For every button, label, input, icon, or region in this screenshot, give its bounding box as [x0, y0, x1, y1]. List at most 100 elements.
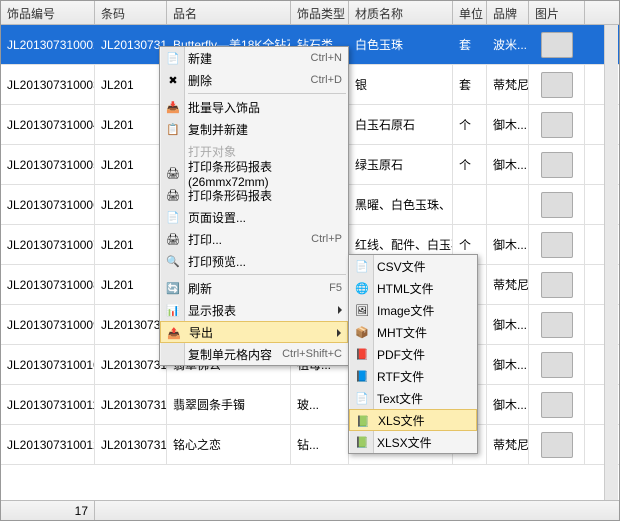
table-row[interactable]: JL201307310011JL201307310...翡翠圆条手镯玻...个御…: [1, 385, 619, 425]
menu-item[interactable]: 🔄刷新F5: [160, 277, 348, 299]
menu-item[interactable]: 📄新建Ctrl+N: [160, 47, 348, 69]
menu-label: Image文件: [377, 302, 434, 319]
menu-shortcut: Ctrl+N: [311, 52, 342, 64]
cell-bc: JL201307310...: [95, 385, 167, 424]
col-header-material[interactable]: 材质名称: [349, 1, 453, 24]
cell-mat: 黑曜、白色玉珠、白...: [349, 185, 453, 224]
menu-item[interactable]: 📦MHT文件: [349, 321, 477, 343]
cell-bc: JL201: [95, 185, 167, 224]
menu-item[interactable]: 📄 Text文件: [349, 387, 477, 409]
menu-label: XLSX文件: [377, 434, 432, 451]
cell-id: JL201307310008: [1, 265, 95, 304]
cell-bc: JL201: [95, 105, 167, 144]
menu-icon: 🖨: [165, 187, 181, 203]
cell-image: [529, 65, 585, 104]
menu-shortcut: Ctrl+Shift+C: [282, 348, 342, 360]
cell-brand: 御木...: [487, 225, 529, 264]
menu-item[interactable]: 🌐HTML文件: [349, 277, 477, 299]
menu-separator: [188, 93, 346, 94]
submenu-arrow-icon: [337, 329, 341, 337]
menu-icon: 🖨: [165, 231, 181, 247]
cell-id: JL201307310003: [1, 65, 95, 104]
menu-label: CSV文件: [377, 258, 426, 275]
menu-item[interactable]: 📤导出: [160, 321, 348, 343]
menu-label: 打印预览...: [188, 253, 246, 270]
cell-image: [529, 345, 585, 384]
scrollbar-vertical[interactable]: [604, 25, 618, 500]
col-header-unit[interactable]: 单位: [453, 1, 487, 24]
cell-unit: 个: [453, 145, 487, 184]
thumbnail: [541, 152, 573, 178]
menu-icon: 📥: [165, 99, 181, 115]
cell-bc: JL201307310: [95, 25, 167, 64]
menu-item[interactable]: 📘RTF文件: [349, 365, 477, 387]
menu-item[interactable]: 🔍打印预览...: [160, 250, 348, 272]
menu-icon: 📦: [354, 324, 370, 340]
menu-label: XLS文件: [378, 412, 425, 429]
cell-image: [529, 145, 585, 184]
cell-brand: 蒂梵尼: [487, 65, 529, 104]
cell-image: [529, 425, 585, 464]
cell-bc: JL201307310...: [95, 345, 167, 384]
menu-icon: 📄: [165, 209, 181, 225]
menu-item[interactable]: 🖨打印条形码报表(26mmx72mm): [160, 162, 348, 184]
menu-item[interactable]: ✖删除Ctrl+D: [160, 69, 348, 91]
col-header-id[interactable]: 饰品编号: [1, 1, 95, 24]
cell-bc: JL201: [95, 265, 167, 304]
col-header-image[interactable]: 图片: [529, 1, 585, 24]
cell-brand: 御木...: [487, 145, 529, 184]
menu-icon: 📤: [166, 325, 182, 341]
menu-item[interactable]: 📄 页面设置...: [160, 206, 348, 228]
menu-item[interactable]: 📄CSV文件: [349, 255, 477, 277]
menu-item[interactable]: 📕PDF文件: [349, 343, 477, 365]
cell-unit: 套: [453, 25, 487, 64]
menu-label: 复制单元格内容: [188, 346, 272, 363]
menu-shortcut: Ctrl+P: [311, 233, 342, 245]
cell-unit: [453, 185, 487, 224]
cell-bc: JL201307310...: [95, 425, 167, 464]
menu-item[interactable]: 复制单元格内容 Ctrl+Shift+C: [160, 343, 348, 365]
cell-mat: 白色玉珠: [349, 25, 453, 64]
menu-icon: 📄: [354, 390, 370, 406]
cell-brand: 御木...: [487, 385, 529, 424]
grid-header: 饰品编号 条码 品名 饰品类型 材质名称 单位 品牌 图片: [1, 1, 619, 25]
cell-id: JL201307310004: [1, 105, 95, 144]
cell-image: [529, 265, 585, 304]
cell-id: JL201307310012: [1, 425, 95, 464]
table-row[interactable]: JL201307310012JL201307310...铭心之恋钻...条蒂梵尼: [1, 425, 619, 465]
menu-label: Text文件: [377, 390, 423, 407]
col-header-brand[interactable]: 品牌: [487, 1, 529, 24]
menu-item[interactable]: 📊 显示报表: [160, 299, 348, 321]
menu-item[interactable]: 🖨打印条形码报表: [160, 184, 348, 206]
thumbnail: [541, 192, 573, 218]
menu-label: 显示报表: [188, 302, 236, 319]
menu-icon: 📄: [165, 50, 181, 66]
col-header-barcode[interactable]: 条码: [95, 1, 167, 24]
menu-label: 页面设置...: [188, 209, 246, 226]
menu-item[interactable]: 📗XLS文件: [349, 409, 477, 431]
col-header-name[interactable]: 品名: [167, 1, 291, 24]
cell-bc: JL201: [95, 225, 167, 264]
menu-icon: 📕: [354, 346, 370, 362]
menu-separator: [188, 274, 346, 275]
menu-label: RTF文件: [377, 368, 424, 385]
col-header-type[interactable]: 饰品类型: [291, 1, 349, 24]
cell-image: [529, 185, 585, 224]
submenu-arrow-icon: [338, 306, 342, 314]
menu-label: 复制并新建: [188, 121, 248, 138]
menu-item[interactable]: 🖨打印...Ctrl+P: [160, 228, 348, 250]
grid-footer: 17: [1, 500, 619, 520]
cell-unit: 套: [453, 65, 487, 104]
menu-item[interactable]: 📋复制并新建: [160, 118, 348, 140]
menu-item[interactable]: 🖼Image文件: [349, 299, 477, 321]
menu-item[interactable]: 📗 XLSX文件: [349, 431, 477, 453]
menu-icon: 📊: [165, 302, 181, 318]
cell-name: 翡翠圆条手镯: [167, 385, 291, 424]
menu-label: 刷新: [188, 280, 212, 297]
menu-item[interactable]: 📥批量导入饰品: [160, 96, 348, 118]
cell-bc: JL201: [95, 145, 167, 184]
cell-brand: 御木...: [487, 345, 529, 384]
thumbnail: [541, 352, 573, 378]
menu-icon: 📗: [354, 434, 370, 450]
footer-count: 17: [1, 501, 95, 520]
